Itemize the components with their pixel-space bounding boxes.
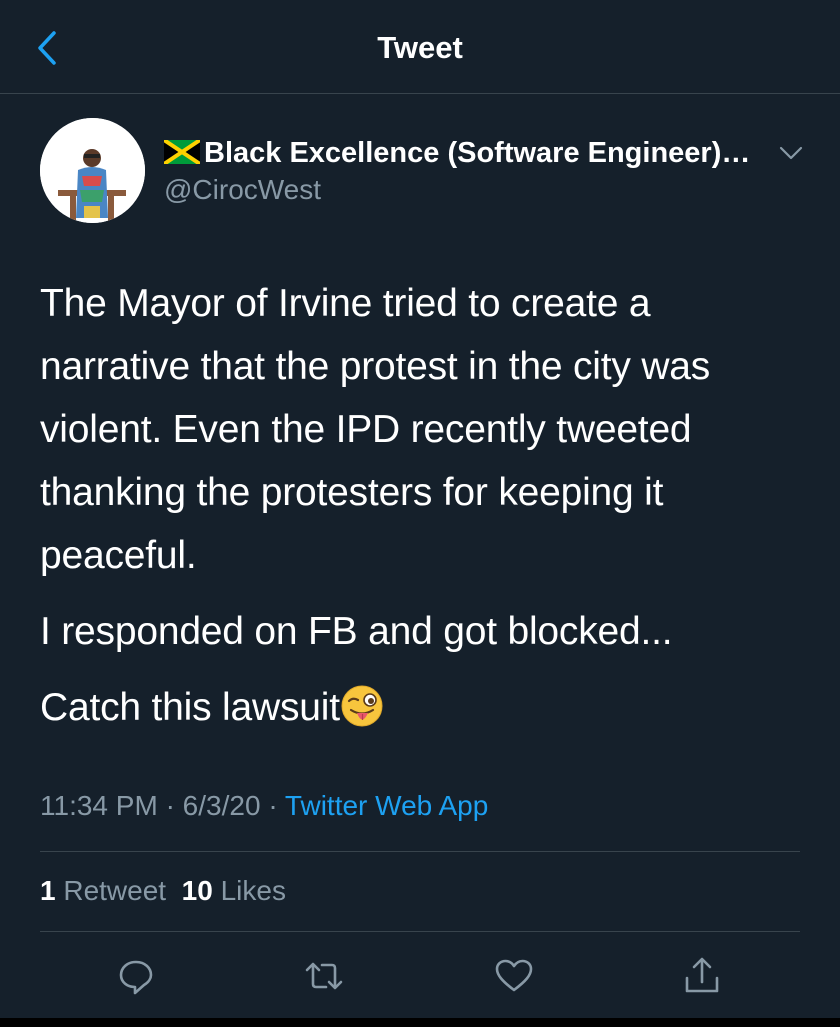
retweet-icon xyxy=(305,962,343,990)
like-label: Likes xyxy=(220,875,286,906)
separator: · xyxy=(268,790,278,821)
retweet-count: 1 xyxy=(40,875,56,906)
tweet-paragraph-text: Catch this lawsuit xyxy=(40,686,340,729)
tweet-paragraph: Catch this lawsuit xyxy=(40,676,810,739)
tweet-paragraph: The Mayor of Irvine tried to create a na… xyxy=(40,282,711,577)
page-title: Tweet xyxy=(377,30,463,65)
display-name-text: Black Excellence (Software Engineer)… xyxy=(204,137,751,169)
like-icon xyxy=(495,959,533,992)
tweet-text: The Mayor of Irvine tried to create a na… xyxy=(40,272,810,752)
reply-icon xyxy=(119,960,153,995)
avatar[interactable] xyxy=(40,118,145,223)
more-options-button[interactable] xyxy=(778,143,804,163)
tweet-date: 6/3/20 xyxy=(182,790,261,821)
chevron-down-icon xyxy=(779,146,803,160)
share-icon xyxy=(685,957,719,993)
display-name[interactable]: Black Excellence (Software Engineer)… xyxy=(164,137,750,170)
share-button[interactable] xyxy=(682,956,722,996)
divider xyxy=(40,851,800,852)
header-bar: Tweet xyxy=(0,0,840,94)
tweet-paragraph: I responded on FB and got blocked... xyxy=(40,610,673,653)
divider xyxy=(40,931,800,932)
bottom-edge xyxy=(0,1018,840,1027)
tweet-source-link[interactable]: Twitter Web App xyxy=(285,790,488,821)
retweet-button[interactable] xyxy=(304,956,344,996)
jamaica-flag-icon xyxy=(164,140,200,164)
tweet-metadata: 11:34 PM · 6/3/20 · Twitter Web App xyxy=(40,790,488,822)
winking-face-with-tongue-icon xyxy=(341,685,383,727)
reply-button[interactable] xyxy=(116,956,156,996)
tweet-time: 11:34 PM xyxy=(40,790,158,821)
user-handle[interactable]: @CirocWest xyxy=(164,174,321,206)
like-count: 10 xyxy=(181,875,213,906)
retweet-label: Retweet xyxy=(63,875,167,906)
retweets-stat[interactable]: 1 Retweet xyxy=(40,875,166,906)
like-button[interactable] xyxy=(494,956,534,996)
tweet-stats: 1 Retweet 10 Likes xyxy=(40,875,286,907)
separator: · xyxy=(165,790,175,821)
likes-stat[interactable]: 10 Likes xyxy=(182,875,286,906)
